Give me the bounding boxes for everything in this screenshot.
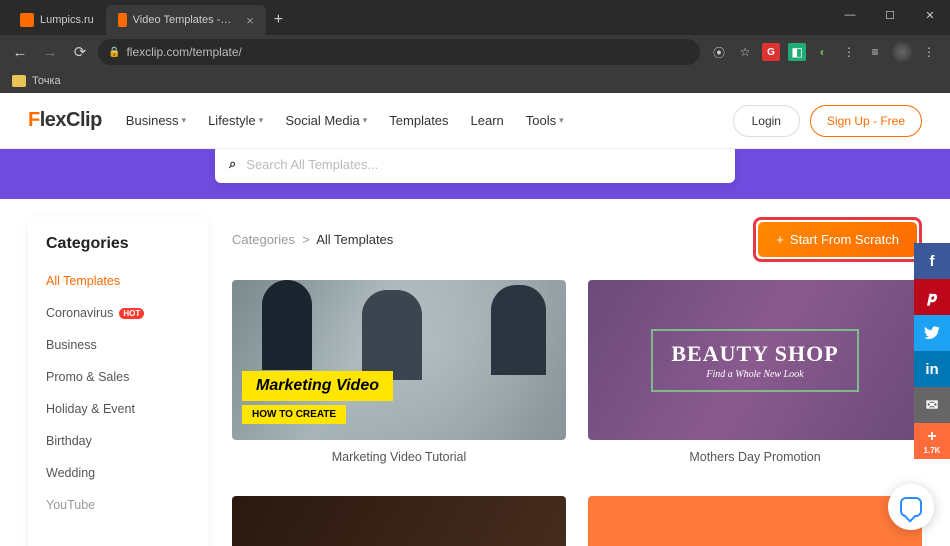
category-birthday[interactable]: Birthday: [28, 425, 208, 457]
template-thumbnail: BEAUTY SHOP Find a Whole New Look: [588, 280, 922, 440]
template-card[interactable]: Marketing Video HOW TO CREATE Marketing …: [232, 280, 566, 474]
template-card[interactable]: [588, 496, 922, 546]
categories-sidebar: Categories All Templates CoronavirusHOT …: [28, 217, 208, 546]
nav-learn[interactable]: Learn: [471, 113, 504, 128]
chevron-down-icon: ▾: [259, 115, 264, 126]
favicon: [20, 13, 34, 27]
category-holiday-event[interactable]: Holiday & Event: [28, 393, 208, 425]
social-share-rail: f 𝒑 in ✉ + 1.7K: [914, 243, 950, 459]
category-all-templates[interactable]: All Templates: [28, 265, 208, 297]
login-button[interactable]: Login: [733, 105, 800, 137]
logo[interactable]: FlexClip: [28, 109, 102, 132]
address-bar: ← → ⟳ 🔒 flexclip.com/template/ ⦿ ☆ G ◧ ◐…: [0, 35, 950, 69]
template-thumbnail: Marketing Video HOW TO CREATE: [232, 280, 566, 440]
extension-icons: ⦿ ☆ G ◧ ◐ ⋮ ≡ ⋮: [706, 42, 942, 62]
category-youtube[interactable]: YouTube: [28, 489, 208, 521]
plus-icon: +: [927, 428, 936, 446]
nav-social-media[interactable]: Social Media▾: [285, 113, 367, 128]
tab-title: Lumpics.ru: [40, 14, 94, 26]
back-button[interactable]: ←: [8, 44, 32, 61]
minimize-button[interactable]: ―: [830, 0, 870, 30]
breadcrumb-root[interactable]: Categories: [232, 232, 295, 247]
template-thumbnail: [232, 496, 566, 546]
url-text: flexclip.com/template/: [126, 45, 241, 59]
bookmark-bar: Точка: [0, 69, 950, 93]
extension-icon[interactable]: ⋮: [840, 43, 858, 61]
maximize-button[interactable]: ☐: [870, 0, 910, 30]
category-wedding[interactable]: Wedding: [28, 457, 208, 489]
close-icon[interactable]: ×: [246, 13, 254, 28]
new-tab-button[interactable]: +: [266, 5, 291, 35]
close-button[interactable]: ✕: [910, 0, 950, 30]
overlay-title: Marketing Video: [242, 371, 393, 401]
favicon: [118, 13, 127, 27]
bookmark-item[interactable]: Точка: [32, 75, 61, 87]
extension-icon[interactable]: ◧: [788, 43, 806, 61]
url-input[interactable]: 🔒 flexclip.com/template/: [98, 39, 700, 65]
plus-icon: +: [776, 232, 784, 247]
share-more[interactable]: + 1.7K: [914, 423, 950, 459]
search-icon: ⌕: [229, 156, 236, 172]
browser-tab-inactive[interactable]: Lumpics.ru: [8, 5, 106, 35]
nav-lifestyle[interactable]: Lifestyle▾: [208, 113, 263, 128]
translate-icon[interactable]: ⦿: [710, 43, 728, 61]
tab-title: Video Templates - Easily Make Y: [133, 14, 235, 26]
share-count: 1.7K: [924, 446, 941, 455]
hero-banner: ⌕ Search All Templates...: [0, 149, 950, 199]
template-grid: Marketing Video HOW TO CREATE Marketing …: [232, 280, 922, 546]
lock-icon: 🔒: [108, 47, 120, 58]
chevron-down-icon: ▾: [363, 115, 368, 126]
folder-icon: [12, 75, 26, 87]
share-pinterest[interactable]: 𝒑: [914, 279, 950, 315]
template-card[interactable]: [232, 496, 566, 546]
nav-templates[interactable]: Templates: [389, 113, 448, 128]
forward-button[interactable]: →: [38, 44, 62, 61]
category-promo-sales[interactable]: Promo & Sales: [28, 361, 208, 393]
nav-business[interactable]: Business▾: [126, 113, 186, 128]
category-business[interactable]: Business: [28, 329, 208, 361]
breadcrumb: Categories > All Templates: [232, 232, 393, 247]
reading-list-icon[interactable]: ≡: [866, 43, 884, 61]
template-label: Marketing Video Tutorial: [232, 440, 566, 474]
search-input[interactable]: ⌕ Search All Templates...: [215, 145, 735, 183]
site-header: FlexClip Business▾ Lifestyle▾ Social Med…: [0, 93, 950, 149]
browser-tab-strip: Lumpics.ru Video Templates - Easily Make…: [0, 0, 950, 35]
reload-button[interactable]: ⟳: [68, 43, 92, 61]
nav-tools[interactable]: Tools▾: [526, 113, 564, 128]
browser-tab-active[interactable]: Video Templates - Easily Make Y ×: [106, 5, 266, 35]
share-twitter[interactable]: [914, 315, 950, 351]
overlay-title: BEAUTY SHOP: [671, 341, 838, 367]
profile-avatar[interactable]: [892, 42, 912, 62]
signup-button[interactable]: Sign Up - Free: [810, 105, 922, 137]
main-nav: Business▾ Lifestyle▾ Social Media▾ Templ…: [126, 113, 564, 128]
template-label: Mothers Day Promotion: [588, 440, 922, 474]
extension-icon[interactable]: G: [762, 43, 780, 61]
chevron-down-icon: ▾: [182, 115, 187, 126]
chat-icon: [900, 497, 922, 517]
twitter-icon: [924, 326, 940, 340]
overlay-subtitle: Find a Whole New Look: [671, 369, 838, 380]
extension-icon[interactable]: ◐: [814, 43, 832, 61]
overlay-subtitle: HOW TO CREATE: [242, 405, 346, 424]
chevron-down-icon: ▾: [559, 115, 564, 126]
chat-widget[interactable]: [888, 484, 934, 530]
sidebar-title: Categories: [28, 235, 208, 265]
share-facebook[interactable]: f: [914, 243, 950, 279]
highlight-annotation: + Start From Scratch: [753, 217, 922, 262]
main-area: Categories > All Templates + Start From …: [232, 217, 922, 546]
breadcrumb-current: All Templates: [316, 232, 393, 247]
search-placeholder: Search All Templates...: [246, 157, 378, 172]
template-thumbnail: [588, 496, 922, 546]
page-content: FlexClip Business▾ Lifestyle▾ Social Med…: [0, 93, 950, 546]
template-card[interactable]: BEAUTY SHOP Find a Whole New Look Mother…: [588, 280, 922, 474]
star-icon[interactable]: ☆: [736, 43, 754, 61]
share-email[interactable]: ✉: [914, 387, 950, 423]
window-controls: ― ☐ ✕: [830, 0, 950, 30]
category-coronavirus[interactable]: CoronavirusHOT: [28, 297, 208, 329]
menu-icon[interactable]: ⋮: [920, 43, 938, 61]
start-from-scratch-button[interactable]: + Start From Scratch: [758, 222, 917, 257]
hot-badge: HOT: [119, 308, 144, 319]
share-linkedin[interactable]: in: [914, 351, 950, 387]
